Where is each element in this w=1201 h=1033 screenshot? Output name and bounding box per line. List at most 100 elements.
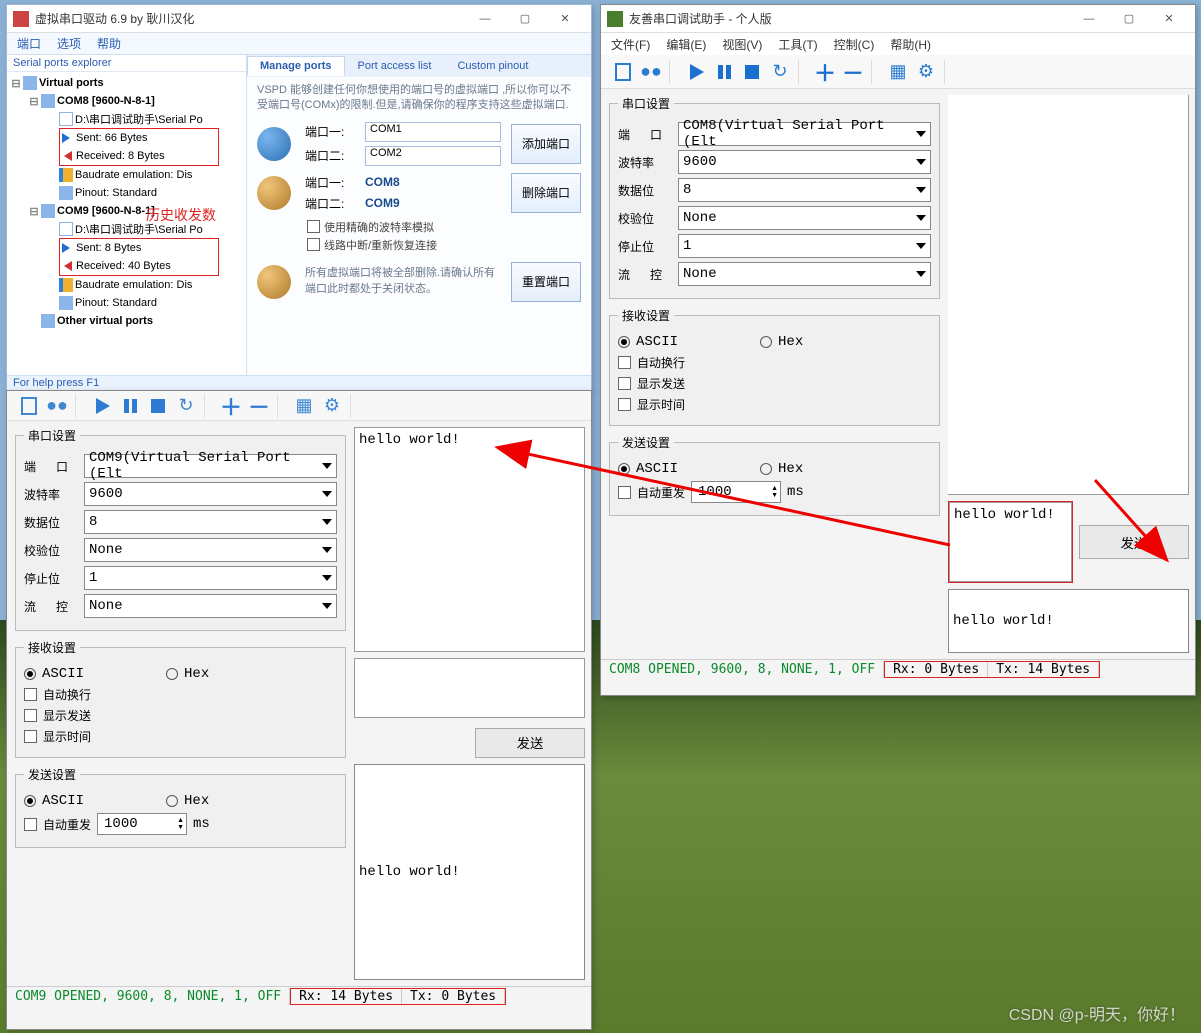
right-receive-area[interactable] (948, 95, 1189, 495)
record-icon[interactable]: ●● (45, 394, 69, 418)
plus-icon[interactable]: ＋ (813, 60, 837, 84)
left-recv-hex-radio[interactable] (166, 668, 178, 680)
menu-file[interactable]: 文件(F) (605, 34, 656, 55)
left-send-ascii-radio[interactable] (24, 795, 36, 807)
send-group-label: 发送设置 (24, 766, 80, 783)
menu-view[interactable]: 视图(V) (716, 34, 768, 55)
left-baud-select[interactable]: 9600 (84, 482, 337, 506)
tree-header: Serial ports explorer (7, 55, 246, 72)
right-stopbits-select[interactable]: 1 (678, 234, 931, 258)
right-databits-select[interactable]: 8 (678, 178, 931, 202)
right-baud-select[interactable]: 9600 (678, 150, 931, 174)
menu-edit[interactable]: 编辑(E) (660, 34, 712, 55)
menu-help[interactable]: 帮助 (91, 33, 127, 54)
tab-manage-ports[interactable]: Manage ports (247, 56, 345, 76)
right-history-select[interactable]: hello world! (948, 589, 1189, 653)
port-tree[interactable]: ⊟Virtual ports ⊟COM8 [9600-N-8-1] D:\串口调… (7, 72, 246, 332)
new-file-icon[interactable] (17, 394, 41, 418)
strict-baud-checkbox[interactable] (307, 220, 320, 233)
left-repeat-interval[interactable]: 1000▲▼ (97, 813, 187, 835)
reload-icon[interactable]: ↻ (174, 394, 198, 418)
left-showtime-checkbox[interactable] (24, 730, 37, 743)
reload-icon[interactable]: ↻ (768, 60, 792, 84)
left-history-select[interactable]: hello world! (354, 764, 585, 981)
maximize-button[interactable]: ▢ (1109, 8, 1149, 30)
right-titlebar[interactable]: 友善串口调试助手 - 个人版 — ▢ ✕ (601, 5, 1195, 33)
minus-icon[interactable]: － (247, 394, 271, 418)
com8-app[interactable]: D:\串口调试助手\Serial Po (75, 111, 203, 127)
vspd-tabs: Manage ports Port access list Custom pin… (247, 55, 591, 77)
add-pair-button[interactable]: 添加端口 (511, 124, 581, 164)
play-icon[interactable] (684, 60, 708, 84)
left-send-button[interactable]: 发送 (475, 728, 585, 758)
add-port2-select[interactable]: COM2 (365, 146, 501, 166)
right-autorepeat-checkbox[interactable] (618, 486, 631, 499)
left-receive-area[interactable]: hello world! (354, 427, 585, 652)
minimize-button[interactable]: — (1069, 8, 1109, 30)
left-port-select[interactable]: COM9(Virtual Serial Port (Elt (84, 454, 337, 478)
settings-icon[interactable]: ⚙ (320, 394, 344, 418)
tree-other[interactable]: Other virtual ports (57, 315, 153, 327)
line-break-checkbox[interactable] (307, 238, 320, 251)
menu-options[interactable]: 选项 (51, 33, 87, 54)
menu-control[interactable]: 控制(C) (828, 34, 881, 55)
right-recv-hex-radio[interactable] (760, 336, 772, 348)
stop-icon[interactable] (146, 394, 170, 418)
left-autorepeat-checkbox[interactable] (24, 818, 37, 831)
left-showsend-checkbox[interactable] (24, 709, 37, 722)
close-button[interactable]: ✕ (1149, 8, 1189, 30)
del-p2-label: 端口二: (305, 195, 357, 212)
l-baud-label: 波特率 (24, 486, 76, 503)
left-parity-select[interactable]: None (84, 538, 337, 562)
reset-ports-button[interactable]: 重置端口 (511, 262, 581, 302)
hex-label2: Hex (184, 793, 209, 809)
right-recv-ascii-radio[interactable] (618, 336, 630, 348)
menu-port[interactable]: 端口 (11, 33, 47, 54)
window-icon[interactable]: ▦ (886, 60, 910, 84)
recv-icon (60, 149, 74, 163)
left-flow-select[interactable]: None (84, 594, 337, 618)
delete-pair-button[interactable]: 删除端口 (511, 173, 581, 213)
tree-com8[interactable]: COM8 [9600-N-8-1] (57, 95, 155, 107)
pause-icon[interactable] (118, 394, 142, 418)
minus-icon[interactable]: － (841, 60, 865, 84)
com8-recv: Received: 8 Bytes (76, 150, 165, 162)
right-send-area[interactable]: hello world! (949, 502, 1072, 582)
add-port1-select[interactable]: COM1 (365, 122, 501, 142)
left-autowrap-checkbox[interactable] (24, 688, 37, 701)
play-icon[interactable] (90, 394, 114, 418)
right-showsend-checkbox[interactable] (618, 377, 631, 390)
left-stopbits-select[interactable]: 1 (84, 566, 337, 590)
tree-root[interactable]: Virtual ports (39, 77, 104, 89)
right-send-button[interactable]: 发送 (1079, 525, 1189, 559)
left-toolbar: ●● ↻ ＋ － ▦ ⚙ (7, 391, 591, 421)
record-icon[interactable]: ●● (639, 60, 663, 84)
stop-icon[interactable] (740, 60, 764, 84)
right-showtime-checkbox[interactable] (618, 398, 631, 411)
right-port-select[interactable]: COM8(Virtual Serial Port (Elt (678, 122, 931, 146)
left-send-hex-radio[interactable] (166, 795, 178, 807)
settings-icon[interactable]: ⚙ (914, 60, 938, 84)
left-send-area[interactable] (354, 658, 585, 718)
window-icon[interactable]: ▦ (292, 394, 316, 418)
vspd-titlebar[interactable]: 虚拟串口驱动 6.9 by 耿川汉化 — ▢ ✕ (7, 5, 591, 33)
menu-help[interactable]: 帮助(H) (884, 34, 937, 55)
left-recv-ascii-radio[interactable] (24, 668, 36, 680)
close-button[interactable]: ✕ (545, 8, 585, 30)
new-file-icon[interactable] (611, 60, 635, 84)
maximize-button[interactable]: ▢ (505, 8, 545, 30)
right-send-ascii-radio[interactable] (618, 463, 630, 475)
tab-port-access[interactable]: Port access list (345, 56, 445, 76)
left-databits-select[interactable]: 8 (84, 510, 337, 534)
menu-tools[interactable]: 工具(T) (772, 34, 823, 55)
right-parity-select[interactable]: None (678, 206, 931, 230)
plus-icon[interactable]: ＋ (219, 394, 243, 418)
tab-custom-pinout[interactable]: Custom pinout (444, 56, 541, 76)
tree-com9[interactable]: COM9 [9600-N-8-1] (57, 205, 155, 217)
right-flow-select[interactable]: None (678, 262, 931, 286)
pause-icon[interactable] (712, 60, 736, 84)
right-repeat-interval[interactable]: 1000▲▼ (691, 481, 781, 503)
right-send-hex-radio[interactable] (760, 463, 772, 475)
right-autowrap-checkbox[interactable] (618, 356, 631, 369)
minimize-button[interactable]: — (465, 8, 505, 30)
